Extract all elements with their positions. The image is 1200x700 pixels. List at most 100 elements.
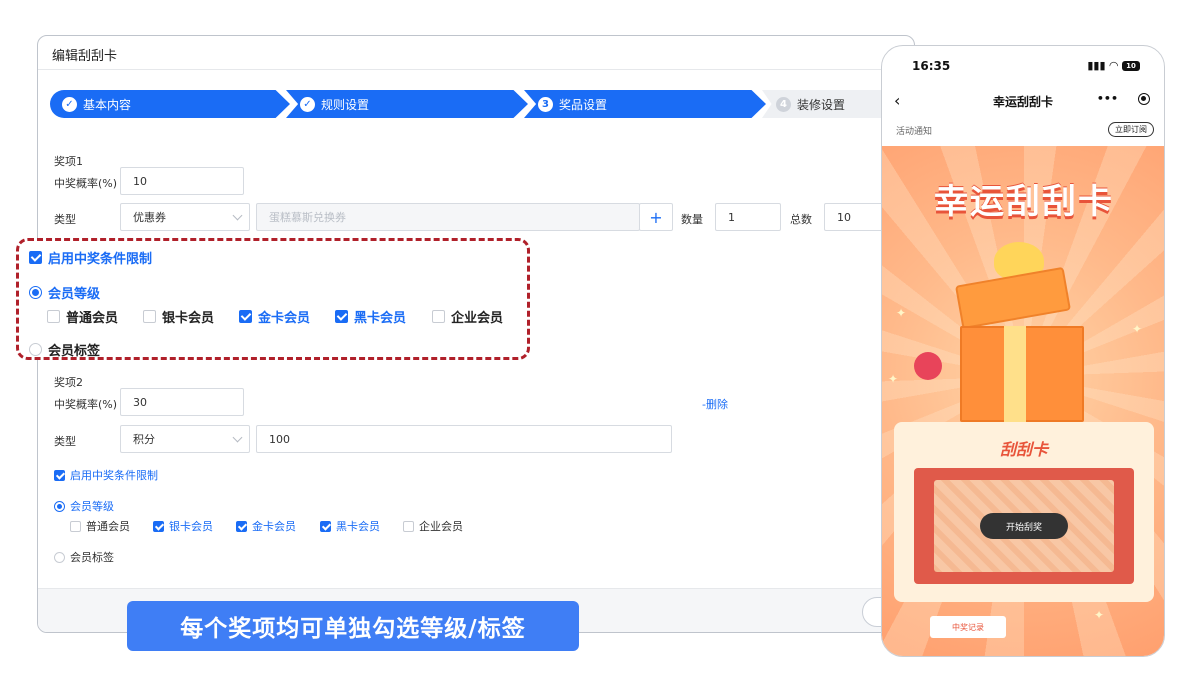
editor-title: 编辑刮刮卡 xyxy=(52,49,118,64)
prize1-name: 奖项1 xyxy=(54,155,83,168)
level-label: 普通会员 xyxy=(86,520,130,533)
radio-selected-icon xyxy=(54,500,65,512)
level-label: 普通会员 xyxy=(66,311,119,326)
subscribe-button[interactable]: 立即订阅 xyxy=(1108,122,1154,137)
target-icon[interactable] xyxy=(1138,93,1150,105)
prize2-level-3[interactable]: 黑卡会员 xyxy=(320,518,380,534)
prize1-rate-label: 中奖概率(%) xyxy=(54,177,118,190)
prize1-tag-radio[interactable]: 会员标签 xyxy=(29,340,100,359)
prize1-total-label: 总数 xyxy=(790,213,812,226)
step-basic[interactable]: ✓ 基本内容 xyxy=(50,90,290,118)
level-label: 黑卡会员 xyxy=(336,520,380,533)
step-rules[interactable]: ✓ 规则设置 xyxy=(286,90,528,118)
checkbox-checked-icon xyxy=(54,469,65,481)
checkbox-icon xyxy=(143,310,156,323)
prize1-level-3[interactable]: 黑卡会员 xyxy=(335,307,406,326)
prize1-condition-checkbox[interactable]: 启用中奖条件限制 xyxy=(29,248,152,267)
prize1-level-radio[interactable]: 会员等级 xyxy=(29,283,100,302)
prize1-level-4[interactable]: 企业会员 xyxy=(432,307,503,326)
level-label: 金卡会员 xyxy=(252,520,296,533)
prize2-level-1[interactable]: 银卡会员 xyxy=(153,518,213,534)
more-icon[interactable]: ••• xyxy=(1097,92,1118,105)
checkbox-checked-icon xyxy=(236,520,247,532)
prize2-condition-label: 启用中奖条件限制 xyxy=(70,469,158,482)
checkbox-icon xyxy=(70,520,81,532)
level-label: 银卡会员 xyxy=(169,520,213,533)
prize1-rate-input[interactable]: 10 xyxy=(120,167,244,195)
title-divider xyxy=(38,69,914,70)
level-label: 企业会员 xyxy=(419,520,463,533)
checkbox-checked-icon xyxy=(239,310,252,323)
prize2-type-label: 类型 xyxy=(54,435,76,448)
level-label: 银卡会员 xyxy=(162,311,215,326)
plus-icon[interactable]: + xyxy=(639,203,673,231)
checkbox-checked-icon xyxy=(153,520,164,532)
checkbox-checked-icon xyxy=(335,310,348,323)
phone-preview: 16:35 ▮▮▮ ◠ 10 ‹ 幸运刮刮卡 ••• 活动通知 立即订阅 幸运刮… xyxy=(881,45,1165,657)
gift-ribbon-icon xyxy=(1004,326,1026,422)
scratch-area[interactable]: 开始刮奖 xyxy=(934,480,1114,572)
chevron-down-icon xyxy=(232,210,243,221)
prize1-qty-label: 数量 xyxy=(681,213,703,226)
hero-banner-title: 幸运刮刮卡 xyxy=(934,182,1114,222)
step-prizes[interactable]: 3 奖品设置 xyxy=(524,90,766,118)
step-number: 4 xyxy=(776,96,791,112)
prize2-rate-value: 30 xyxy=(133,395,147,409)
prize2-level-4[interactable]: 企业会员 xyxy=(403,518,463,534)
level-label: 企业会员 xyxy=(451,311,504,326)
wifi-icon: ◠ xyxy=(1109,59,1118,72)
prize2-tag-radio[interactable]: 会员标签 xyxy=(54,549,114,565)
prize2-rate-label: 中奖概率(%) xyxy=(54,398,118,411)
prize1-condition-label: 启用中奖条件限制 xyxy=(48,252,153,267)
prize2-level-label: 会员等级 xyxy=(70,500,114,513)
prize1-level-1[interactable]: 银卡会员 xyxy=(143,307,214,326)
prize2-name: 奖项2 xyxy=(54,376,83,389)
scratch-card: 刮刮卡 开始刮奖 xyxy=(894,422,1154,602)
signal-icon: ▮▮▮ xyxy=(1087,59,1106,72)
prize-record-button[interactable]: 中奖记录 xyxy=(930,616,1006,638)
checkbox-icon xyxy=(432,310,445,323)
hero-area: 幸运刮刮卡 ✦ ✦ ✦ ✦ 刮刮卡 开始刮奖 中奖记录 xyxy=(882,146,1164,656)
prize2-condition-checkbox[interactable]: 启用中奖条件限制 xyxy=(54,467,158,483)
step-label: 规则设置 xyxy=(321,97,370,112)
prize2-delete-link[interactable]: -删除 xyxy=(702,396,728,412)
prize1-level-2[interactable]: 金卡会员 xyxy=(239,307,310,326)
prize1-qty-input[interactable]: 1 xyxy=(715,203,781,231)
prize1-type-select[interactable]: 优惠券 xyxy=(120,203,250,231)
step-label: 装修设置 xyxy=(797,97,846,112)
prize2-level-2[interactable]: 金卡会员 xyxy=(236,518,296,534)
radio-icon xyxy=(54,551,65,563)
prize1-total-value: 10 xyxy=(837,210,851,224)
notice-label: 活动通知 xyxy=(896,127,933,137)
step-number: 3 xyxy=(538,96,553,112)
checkbox-checked-icon xyxy=(29,251,42,264)
sparkle-icon: ✦ xyxy=(896,306,907,320)
prize1-level-label: 会员等级 xyxy=(48,287,101,302)
prize2-level-radio[interactable]: 会员等级 xyxy=(54,498,114,514)
checkbox-icon xyxy=(47,310,60,323)
prize1-qty-value: 1 xyxy=(728,210,735,224)
level-label: 金卡会员 xyxy=(258,311,311,326)
sparkle-icon: ✦ xyxy=(1094,608,1105,622)
card-title: 刮刮卡 xyxy=(999,440,1048,459)
chevron-down-icon xyxy=(232,432,243,443)
prize2-points-value: 100 xyxy=(269,432,290,446)
status-time: 16:35 xyxy=(912,59,951,73)
radio-icon xyxy=(29,343,42,356)
phone-title: 幸运刮刮卡 xyxy=(992,95,1053,109)
battery-icon: 10 xyxy=(1122,60,1140,71)
prize1-level-0[interactable]: 普通会员 xyxy=(47,307,118,326)
start-scratch-button[interactable]: 开始刮奖 xyxy=(980,513,1068,539)
prize1-rate-value: 10 xyxy=(133,174,147,188)
prize2-rate-input[interactable]: 30 xyxy=(120,388,244,416)
prize1-type-value: 优惠券 xyxy=(133,211,166,224)
check-circle-icon: ✓ xyxy=(62,96,77,112)
step-label: 基本内容 xyxy=(83,97,132,112)
prize1-tag-label: 会员标签 xyxy=(48,344,101,359)
prize2-level-0[interactable]: 普通会员 xyxy=(70,518,130,534)
prize1-type-label: 类型 xyxy=(54,213,76,226)
ticket-frame: 开始刮奖 xyxy=(914,468,1134,584)
prize2-type-select[interactable]: 积分 xyxy=(120,425,250,453)
prize2-points-input[interactable]: 100 xyxy=(256,425,672,453)
prize1-coupon-select[interactable]: 蛋糕慕斯兑换券 xyxy=(256,203,640,231)
